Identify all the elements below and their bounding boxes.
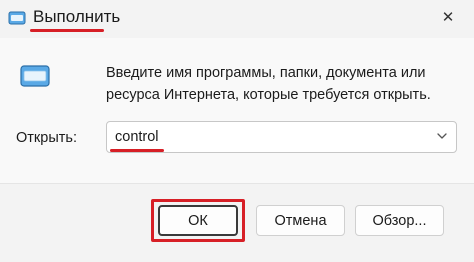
title-bar: Выполнить ✕ (0, 0, 474, 38)
close-icon: ✕ (441, 9, 455, 26)
open-combobox[interactable] (106, 121, 457, 153)
open-label: Открыть: (16, 130, 77, 146)
button-bar: ОК Отмена Обзор... (0, 183, 474, 262)
description-line: Введите имя программы, папки, документа … (106, 65, 426, 81)
close-button[interactable]: ✕ (428, 2, 468, 32)
description-line: ресурса Интернета, которые требуется отк… (106, 87, 431, 103)
input-highlight-underline (110, 149, 164, 152)
ok-button[interactable]: ОК (158, 205, 238, 236)
chevron-down-icon[interactable] (436, 129, 448, 141)
dialog-content: Введите имя программы, папки, документа … (0, 38, 474, 183)
run-app-icon (8, 9, 26, 27)
title-highlight-underline (30, 29, 104, 32)
browse-button[interactable]: Обзор... (355, 205, 444, 236)
run-app-icon (20, 64, 50, 88)
description-text: Введите имя программы, папки, документа … (106, 62, 446, 106)
open-input[interactable] (115, 129, 415, 145)
cancel-button[interactable]: Отмена (256, 205, 345, 236)
window-title: Выполнить (33, 7, 121, 26)
